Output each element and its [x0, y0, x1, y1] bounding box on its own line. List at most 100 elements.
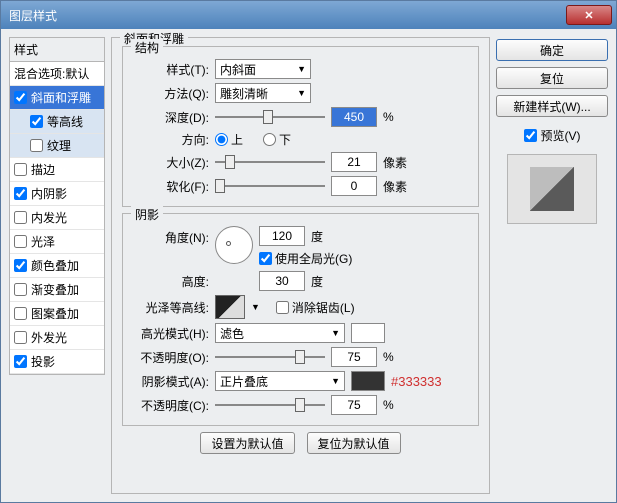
- highlight-mode-label: 高光模式(H):: [133, 325, 209, 342]
- highlight-opacity-input[interactable]: 75: [331, 347, 377, 367]
- style-label: 样式(T):: [133, 61, 209, 78]
- shadow-color-annotation: #333333: [391, 374, 442, 389]
- soften-unit: 像素: [383, 178, 411, 195]
- style-item-label: 描边: [31, 161, 55, 178]
- style-item-label: 斜面和浮雕: [31, 89, 91, 106]
- style-item-color-overlay[interactable]: 颜色叠加: [10, 254, 104, 278]
- shading-legend: 阴影: [131, 206, 163, 223]
- style-item-outer-glow[interactable]: 外发光: [10, 326, 104, 350]
- style-item-bevel[interactable]: 斜面和浮雕: [10, 86, 104, 110]
- style-item-pattern-overlay[interactable]: 图案叠加: [10, 302, 104, 326]
- chevron-down-icon: ▼: [331, 376, 340, 386]
- soften-input[interactable]: 0: [331, 176, 377, 196]
- style-checkbox[interactable]: [14, 235, 27, 248]
- preview-checkbox[interactable]: 预览(V): [496, 127, 608, 144]
- angle-input[interactable]: 120: [259, 226, 305, 246]
- preview-shape-icon: [530, 167, 574, 211]
- style-item-inner-glow[interactable]: 内发光: [10, 206, 104, 230]
- style-item-drop-shadow[interactable]: 投影: [10, 350, 104, 374]
- highlight-opacity-slider[interactable]: [215, 347, 325, 367]
- depth-input[interactable]: 450: [331, 107, 377, 127]
- global-light-checkbox[interactable]: 使用全局光(G): [259, 250, 352, 267]
- select-value: 正片叠底: [220, 373, 268, 390]
- style-checkbox[interactable]: [14, 259, 27, 272]
- direction-down-radio[interactable]: 下: [263, 131, 291, 148]
- style-item-label: 等高线: [47, 113, 83, 130]
- style-item-stroke[interactable]: 描边: [10, 158, 104, 182]
- style-checkbox[interactable]: [14, 355, 27, 368]
- style-checkbox[interactable]: [30, 115, 43, 128]
- reset-default-button[interactable]: 复位为默认值: [307, 432, 401, 454]
- gloss-contour-label: 光泽等高线:: [133, 299, 209, 316]
- shadow-color-swatch[interactable]: [351, 371, 385, 391]
- technique-select[interactable]: 雕刻清晰 ▼: [215, 83, 311, 103]
- preview-box: [507, 154, 597, 224]
- new-style-button[interactable]: 新建样式(W)...: [496, 95, 608, 117]
- bevel-emboss-group: 斜面和浮雕 结构 样式(T): 内斜面 ▼ 方法(Q): 雕刻清晰: [111, 37, 490, 494]
- cancel-button[interactable]: 复位: [496, 67, 608, 89]
- style-item-blend[interactable]: 混合选项:默认: [10, 62, 104, 86]
- size-slider[interactable]: [215, 152, 325, 172]
- style-item-label: 混合选项:默认: [14, 65, 89, 82]
- depth-slider[interactable]: [215, 107, 325, 127]
- select-value: 雕刻清晰: [220, 85, 268, 102]
- style-item-inner-shadow[interactable]: 内阴影: [10, 182, 104, 206]
- shadow-opacity-unit: %: [383, 398, 411, 412]
- style-checkbox[interactable]: [14, 331, 27, 344]
- highlight-mode-select[interactable]: 滤色 ▼: [215, 323, 345, 343]
- style-item-gradient-overlay[interactable]: 渐变叠加: [10, 278, 104, 302]
- style-item-satin[interactable]: 光泽: [10, 230, 104, 254]
- style-item-label: 纹理: [47, 137, 71, 154]
- shadow-opacity-slider[interactable]: [215, 395, 325, 415]
- style-item-texture[interactable]: 纹理: [10, 134, 104, 158]
- action-column: 确定 复位 新建样式(W)... 预览(V): [496, 37, 608, 494]
- soften-label: 软化(F):: [133, 178, 209, 195]
- style-checkbox[interactable]: [30, 139, 43, 152]
- style-checkbox[interactable]: [14, 163, 27, 176]
- shadow-opacity-label: 不透明度(C):: [133, 397, 209, 414]
- chevron-down-icon[interactable]: ▼: [251, 302, 260, 312]
- depth-unit: %: [383, 110, 411, 124]
- altitude-label: 高度:: [133, 273, 209, 290]
- antialias-checkbox[interactable]: 消除锯齿(L): [276, 299, 355, 316]
- make-default-button[interactable]: 设置为默认值: [200, 432, 294, 454]
- size-label: 大小(Z):: [133, 154, 209, 171]
- size-unit: 像素: [383, 154, 411, 171]
- select-value: 滤色: [220, 325, 244, 342]
- preview-label: 预览(V): [541, 127, 581, 144]
- shadow-opacity-input[interactable]: 75: [331, 395, 377, 415]
- altitude-unit: 度: [311, 273, 339, 290]
- style-checkbox[interactable]: [14, 187, 27, 200]
- structure-legend: 结构: [131, 39, 163, 56]
- ok-button[interactable]: 确定: [496, 39, 608, 61]
- select-value: 内斜面: [220, 61, 256, 78]
- style-item-label: 图案叠加: [31, 305, 79, 322]
- chevron-down-icon: ▼: [297, 64, 306, 74]
- gloss-contour-swatch[interactable]: [215, 295, 245, 319]
- angle-label: 角度(N):: [133, 226, 209, 246]
- soften-slider[interactable]: [215, 176, 325, 196]
- angle-unit: 度: [311, 228, 339, 245]
- style-checkbox[interactable]: [14, 211, 27, 224]
- style-select[interactable]: 内斜面 ▼: [215, 59, 311, 79]
- settings-column: 斜面和浮雕 结构 样式(T): 内斜面 ▼ 方法(Q): 雕刻清晰: [111, 37, 490, 494]
- highlight-color-swatch[interactable]: [351, 323, 385, 343]
- shadow-mode-select[interactable]: 正片叠底 ▼: [215, 371, 345, 391]
- style-item-label: 渐变叠加: [31, 281, 79, 298]
- close-button[interactable]: ✕: [566, 5, 612, 25]
- altitude-input[interactable]: 30: [259, 271, 305, 291]
- style-item-contour[interactable]: 等高线: [10, 110, 104, 134]
- style-checkbox[interactable]: [14, 307, 27, 320]
- direction-up-radio[interactable]: 上: [215, 131, 243, 148]
- styles-column: 样式 混合选项:默认 斜面和浮雕 等高线 纹理: [9, 37, 105, 494]
- style-item-label: 颜色叠加: [31, 257, 79, 274]
- chevron-down-icon: ▼: [297, 88, 306, 98]
- depth-label: 深度(D):: [133, 109, 209, 126]
- size-input[interactable]: 21: [331, 152, 377, 172]
- style-checkbox[interactable]: [14, 283, 27, 296]
- style-checkbox[interactable]: [14, 91, 27, 104]
- style-item-label: 外发光: [31, 329, 67, 346]
- angle-dial[interactable]: [215, 226, 253, 264]
- style-item-label: 投影: [31, 353, 55, 370]
- shadow-mode-label: 阴影模式(A):: [133, 373, 209, 390]
